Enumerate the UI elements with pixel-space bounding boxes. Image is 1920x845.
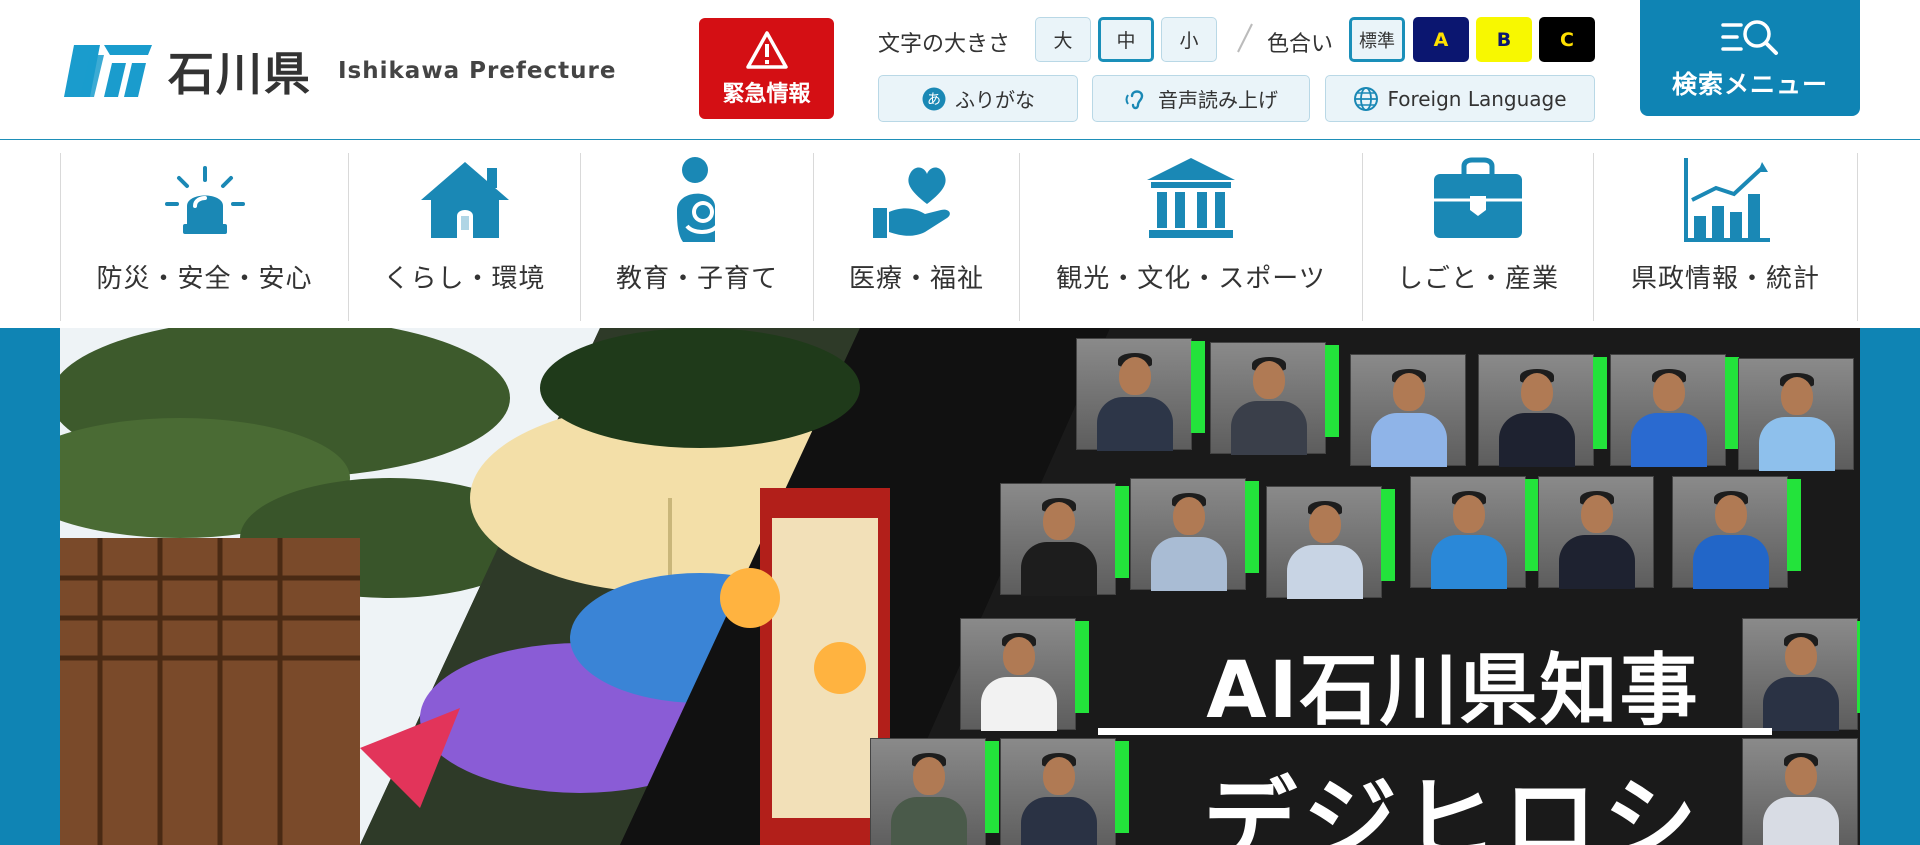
foreign-language-button[interactable]: Foreign Language: [1325, 75, 1595, 122]
ai-governor-tile: [1410, 476, 1539, 589]
search-menu-label: 検索メニュー: [1671, 70, 1828, 99]
nav-label-medical-welfare: 医療・福祉: [848, 264, 984, 294]
ai-governor-tile: [1000, 483, 1129, 596]
prefecture-emblem-icon: [64, 45, 152, 97]
ai-governor-tile: [1672, 476, 1801, 589]
search-menu-button[interactable]: 検索メニュー: [1640, 0, 1860, 116]
furigana-label: ふりがな: [955, 88, 1035, 112]
siren-icon: [164, 166, 245, 234]
main-nav: 防災・安全・安心 くらし・環境 教育・子育て 医療・福祉 観光・文化・スポーツ …: [60, 153, 1858, 321]
font-size-label: 文字の大きさ: [878, 32, 1011, 57]
nav-item-tourism-culture-sports[interactable]: 観光・文化・スポーツ: [1019, 153, 1362, 321]
color-a-button[interactable]: A: [1413, 17, 1469, 62]
nav-label-disaster-safety: 防災・安全・安心: [96, 264, 313, 294]
nav-item-education-childcare[interactable]: 教育・子育て: [580, 153, 813, 321]
house-icon: [420, 162, 509, 238]
font-size-large-button[interactable]: 大: [1035, 17, 1091, 62]
nav-label-prefectural-statistics: 県政情報・統計: [1630, 264, 1820, 294]
furigana-icon: あ: [922, 87, 946, 110]
search-menu-icon: [1721, 20, 1778, 55]
hero-title: AI石川県知事: [1206, 646, 1700, 736]
ai-governor-tile: [1266, 486, 1395, 599]
furigana-icon-char: あ: [927, 92, 941, 108]
foreign-language-label: Foreign Language: [1387, 86, 1567, 111]
font-size-small-button[interactable]: 小: [1161, 17, 1217, 62]
parent-child-icon: [677, 157, 719, 242]
nav-label-tourism-culture-sports: 観光・文化・スポーツ: [1056, 264, 1326, 294]
color-b-button[interactable]: B: [1476, 17, 1532, 62]
logo-text-en: Ishikawa Prefecture: [338, 58, 617, 84]
ai-governor-tile: [1130, 478, 1259, 591]
site-logo[interactable]: 石川県 Ishikawa Prefecture: [60, 38, 616, 104]
ai-governor-tile: [1478, 354, 1607, 467]
ai-governor-tile: [1076, 338, 1205, 451]
warning-icon: [745, 30, 788, 69]
ai-governor-tile: [1738, 358, 1854, 471]
read-aloud-label: 音声読み上げ: [1158, 88, 1278, 112]
nav-item-medical-welfare[interactable]: 医療・福祉: [813, 153, 1019, 321]
bar-chart-icon: [1683, 158, 1770, 242]
hero-banner[interactable]: AI石川県知事 デジヒロシ: [60, 328, 1860, 845]
briefcase-icon: [1434, 157, 1522, 238]
site-header: 石川県 Ishikawa Prefecture 緊急情報 文字の大きさ 大 中 …: [0, 0, 1920, 140]
nav-label-education-childcare: 教育・子育て: [615, 264, 778, 294]
hero-subtitle: デジヒロシ: [1202, 768, 1703, 845]
emergency-label: 緊急情報: [722, 81, 811, 107]
color-standard-button[interactable]: 標準: [1349, 17, 1405, 62]
nav-label-living-environment: くらし・環境: [383, 264, 546, 294]
museum-icon: [1147, 158, 1235, 238]
ai-governor-tile: [1610, 354, 1739, 467]
nav-label-work-industry: しごと・産業: [1396, 264, 1559, 294]
emergency-info-button[interactable]: 緊急情報: [699, 18, 834, 119]
color-theme-label: 色合い: [1267, 32, 1334, 57]
nav-item-prefectural-statistics[interactable]: 県政情報・統計: [1593, 153, 1858, 321]
font-size-medium-button[interactable]: 中: [1098, 17, 1154, 62]
ai-governor-tile: [870, 738, 999, 845]
furigana-button[interactable]: あ ふりがな: [878, 75, 1078, 122]
ai-governor-tile: [1350, 354, 1466, 467]
hero-title-underline: [1098, 728, 1772, 735]
nav-item-disaster-safety[interactable]: 防災・安全・安心: [60, 153, 348, 321]
divider-slash: [1237, 23, 1253, 53]
ai-governor-tile: [1000, 738, 1129, 845]
nav-item-work-industry[interactable]: しごと・産業: [1362, 153, 1593, 321]
color-c-button[interactable]: C: [1539, 17, 1595, 62]
globe-icon: [1354, 86, 1379, 111]
heart-hand-icon: [872, 167, 950, 238]
ear-icon: [1125, 89, 1144, 109]
nav-item-living-environment[interactable]: くらし・環境: [348, 153, 580, 321]
ai-governor-tile: [1210, 342, 1339, 455]
logo-text-jp: 石川県: [168, 47, 312, 101]
ai-governor-tile: [1538, 476, 1654, 589]
ai-governor-tile: [960, 618, 1089, 731]
read-aloud-button[interactable]: 音声読み上げ: [1092, 75, 1310, 122]
